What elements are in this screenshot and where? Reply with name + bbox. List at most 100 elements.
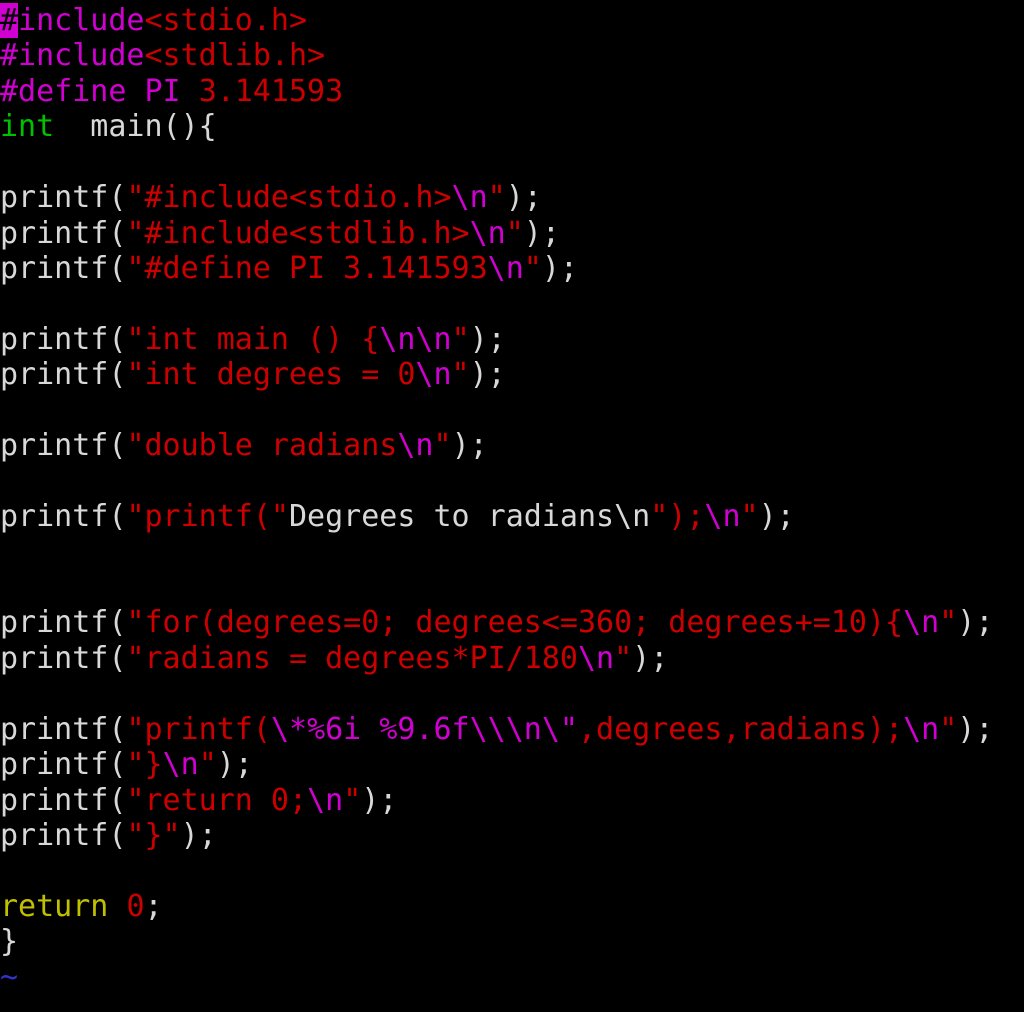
- identifier-token: );: [957, 711, 994, 747]
- identifier-token: printf(: [0, 357, 127, 393]
- identifier-token: printf(: [0, 747, 127, 783]
- statement-keyword-token: return: [0, 888, 109, 924]
- identifier-token: );: [957, 605, 994, 641]
- code-line[interactable]: printf("int main () {\n\n");: [0, 322, 1024, 357]
- code-line[interactable]: printf("printf(\*%6i %9.6f\\\n\",degrees…: [0, 712, 1024, 747]
- blank-code-line[interactable]: [0, 676, 1024, 711]
- code-line[interactable]: printf("#include<stdlib.h>\n");: [0, 216, 1024, 251]
- code-line[interactable]: #include<stdlib.h>: [0, 38, 1024, 73]
- identifier-token: ;: [144, 888, 163, 924]
- blank-code-line[interactable]: [0, 393, 1024, 428]
- escape-sequence-token: \\: [469, 711, 506, 747]
- string-literal-token: ": [505, 215, 524, 251]
- identifier-token: );: [758, 499, 795, 535]
- code-line[interactable]: printf("#define PI 3.141593\n");: [0, 251, 1024, 286]
- string-literal-token: ": [939, 605, 958, 641]
- identifier-token: Degrees to radians\n: [289, 499, 651, 535]
- identifier-token: );: [632, 640, 669, 676]
- code-line[interactable]: printf("}");: [0, 818, 1024, 853]
- string-literal-token: ": [433, 428, 452, 464]
- identifier-token: printf(: [0, 251, 127, 287]
- code-line[interactable]: int main(){: [0, 109, 1024, 144]
- code-line[interactable]: printf("return 0;\n");: [0, 783, 1024, 818]
- code-line[interactable]: ~: [0, 960, 1024, 995]
- terminal-window[interactable]: #include<stdio.h> #include<stdlib.h> #defi…: [0, 0, 1024, 1012]
- escape-sequence-token: \n: [577, 640, 615, 676]
- string-literal-token: ,degrees,radians);: [578, 711, 904, 747]
- vim-text-buffer[interactable]: #include<stdio.h> #include<stdlib.h> #defi…: [0, 0, 1024, 995]
- blank-code-line[interactable]: [0, 570, 1024, 605]
- string-literal-token: "for(degrees=0; degrees<=360; degrees+=1…: [126, 605, 904, 641]
- blank-code-line[interactable]: [0, 287, 1024, 322]
- blank-code-line[interactable]: [0, 854, 1024, 889]
- identifier-token: );: [451, 428, 488, 464]
- identifier-token: printf(: [0, 180, 127, 216]
- code-line[interactable]: printf("for(degrees=0; degrees<=360; deg…: [0, 605, 1024, 640]
- code-line[interactable]: printf("#include<stdio.h>\n");: [0, 180, 1024, 215]
- string-literal-token: ": [487, 180, 506, 216]
- blank-code-line[interactable]: [0, 535, 1024, 570]
- code-line[interactable]: }: [0, 924, 1024, 959]
- string-literal-token: "}: [126, 747, 163, 783]
- string-literal-token: <stdlib.h>: [144, 38, 326, 74]
- identifier-token: printf(: [0, 782, 127, 818]
- empty-line-marker-icon: ~: [0, 959, 19, 995]
- escape-sequence-token: \n\n: [379, 321, 452, 357]
- identifier-token: printf(: [0, 640, 127, 676]
- string-literal-token: "printf(": [126, 499, 289, 535]
- identifier-token: );: [216, 747, 253, 783]
- identifier-token: );: [180, 818, 217, 854]
- escape-sequence-token: \n: [903, 711, 940, 747]
- string-literal-token: ": [198, 747, 217, 783]
- code-line[interactable]: #include<stdio.h>: [0, 3, 1024, 38]
- string-literal-token: ": [451, 357, 470, 393]
- escape-sequence-token: \n: [307, 782, 344, 818]
- string-literal-token: ": [523, 251, 542, 287]
- identifier-token: printf(: [0, 321, 127, 357]
- code-line[interactable]: #define PI 3.141593: [0, 74, 1024, 109]
- code-line[interactable]: printf("}\n");: [0, 747, 1024, 782]
- identifier-token: printf(: [0, 499, 127, 535]
- escape-sequence-token: \n: [903, 605, 940, 641]
- code-line[interactable]: printf("printf("Degrees to radians\n "); \…: [0, 499, 1024, 534]
- string-literal-token: "#include<stdio.h>: [126, 180, 452, 216]
- escape-sequence-token: \n: [704, 499, 741, 535]
- identifier-token: );: [469, 357, 506, 393]
- string-literal-token: ": [939, 711, 958, 747]
- escape-sequence-token: \n: [415, 357, 452, 393]
- escape-sequence-token: \n: [469, 215, 506, 251]
- identifier-token: );: [469, 321, 506, 357]
- identifier-token: );: [523, 215, 560, 251]
- code-line[interactable]: printf("double radians\n");: [0, 428, 1024, 463]
- escape-sequence-token: \n: [505, 711, 542, 747]
- code-line[interactable]: printf("radians = degrees*PI/180\n");: [0, 641, 1024, 676]
- identifier-token: [108, 889, 126, 924]
- string-literal-token: "printf(: [126, 711, 271, 747]
- code-line[interactable]: return 0;: [0, 889, 1024, 924]
- code-line[interactable]: printf("int degrees = 0\n");: [0, 357, 1024, 392]
- string-literal-token: ": [614, 640, 633, 676]
- escape-sequence-token: \n: [451, 180, 488, 216]
- escape-sequence-token: \n: [487, 251, 524, 287]
- escape-sequence-token: %9.6f: [379, 711, 470, 747]
- string-literal-token: ": [740, 499, 759, 535]
- number-literal-token: 3.141593: [198, 73, 344, 109]
- escape-sequence-token: \*: [270, 711, 308, 747]
- string-literal-token: "}": [126, 818, 181, 854]
- identifier-token: }: [0, 924, 19, 960]
- identifier-token: printf(: [0, 215, 127, 251]
- blank-code-line[interactable]: [0, 464, 1024, 499]
- identifier-token: );: [541, 251, 578, 287]
- identifier-token: printf(: [0, 605, 127, 641]
- blank-code-line[interactable]: [0, 145, 1024, 180]
- escape-sequence-token: %6i: [307, 711, 362, 747]
- preprocessor-token: #include: [0, 38, 145, 74]
- string-literal-token: "int main () {: [126, 321, 380, 357]
- string-literal-token: "#include<stdlib.h>: [126, 215, 470, 251]
- string-literal-token: [361, 712, 379, 747]
- identifier-token: );: [505, 180, 542, 216]
- string-literal-token: "int degrees = 0: [126, 357, 416, 393]
- string-literal-token: <stdio.h>: [144, 3, 308, 38]
- escape-sequence-token: \n: [162, 747, 199, 783]
- cursor-block[interactable]: #: [0, 3, 19, 38]
